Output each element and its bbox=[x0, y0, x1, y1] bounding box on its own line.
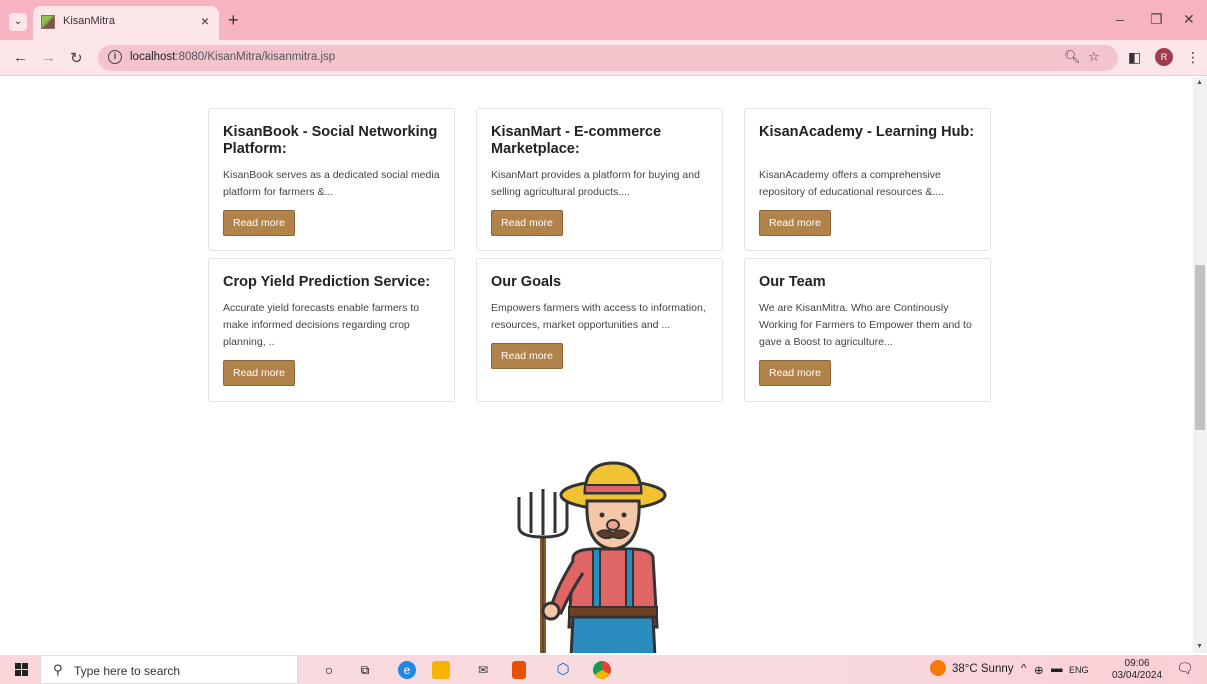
file-explorer-icon[interactable] bbox=[432, 661, 450, 679]
zoom-icon[interactable]: 🔍︎ bbox=[1064, 49, 1081, 65]
address-url: localhost:8080/KisanMitra/kisanmitra.jsp bbox=[130, 51, 336, 63]
reload-icon[interactable]: ↻ bbox=[70, 49, 83, 67]
card-crop-yield: Crop Yield Prediction Service: Accurate … bbox=[208, 258, 455, 402]
close-window-icon[interactable]: ✕ bbox=[1183, 11, 1195, 28]
minimize-icon[interactable]: – bbox=[1116, 11, 1124, 27]
restore-icon[interactable]: ❐ bbox=[1150, 11, 1163, 28]
scroll-thumb[interactable] bbox=[1195, 265, 1205, 430]
notification-icon[interactable]: 🗨︎ bbox=[1176, 660, 1194, 677]
clock-date: 03/04/2024 bbox=[1112, 670, 1163, 681]
scroll-down-icon[interactable]: ▼ bbox=[1196, 643, 1203, 650]
search-icon: ⚲ bbox=[53, 662, 63, 677]
pitchfork-icon bbox=[517, 489, 569, 653]
task-view-icon[interactable]: ⧉ bbox=[356, 661, 374, 679]
card-our-team: Our Team We are KisanMitra. Who are Cont… bbox=[744, 258, 991, 402]
card-text: KisanBook serves as a dedicated social m… bbox=[223, 169, 440, 198]
windows-start-icon[interactable] bbox=[15, 663, 28, 676]
taskbar-clock[interactable]: 09:06 03/04/2024 bbox=[1112, 658, 1162, 682]
weather-sun-icon bbox=[930, 660, 946, 676]
read-more-button[interactable]: Read more bbox=[223, 360, 295, 386]
read-more-button[interactable]: Read more bbox=[223, 210, 295, 236]
site-favicon-icon bbox=[41, 15, 55, 29]
tab-title: KisanMitra bbox=[63, 15, 115, 27]
farmer-illustration bbox=[517, 461, 667, 653]
clock-time: 09:06 bbox=[1124, 658, 1150, 669]
card-kisanmart: KisanMart - E-commerce Marketplace: Kisa… bbox=[476, 108, 723, 251]
address-bar[interactable]: i localhost:8080/KisanMitra/kisanmitra.j… bbox=[98, 45, 1118, 71]
taskbar-search-input[interactable]: ⚲ Type here to search bbox=[40, 655, 298, 684]
read-more-button[interactable]: Read more bbox=[491, 210, 563, 236]
card-kisanbook: KisanBook - Social Networking Platform: … bbox=[208, 108, 455, 251]
tray-chevron-up-icon[interactable]: ^ bbox=[1021, 663, 1026, 675]
read-more-button[interactable]: Read more bbox=[491, 343, 563, 369]
card-our-goals: Our Goals Empowers farmers with access t… bbox=[476, 258, 723, 402]
office-icon[interactable] bbox=[512, 661, 526, 679]
cortana-icon[interactable]: ○ bbox=[320, 661, 338, 679]
forward-icon[interactable]: → bbox=[41, 49, 56, 66]
page-scrollbar[interactable]: ▲ ▼ bbox=[1193, 77, 1207, 653]
card-text: Accurate yield forecasts enable farmers … bbox=[223, 302, 420, 348]
card-kisanacademy: KisanAcademy - Learning Hub: KisanAcadem… bbox=[744, 108, 991, 251]
read-more-button[interactable]: Read more bbox=[759, 210, 831, 236]
chrome-icon[interactable] bbox=[593, 661, 611, 679]
tab-search-icon[interactable]: ⌄ bbox=[9, 13, 27, 31]
menu-kebab-icon[interactable]: ⋮ bbox=[1186, 49, 1200, 66]
battery-icon[interactable]: ▬ bbox=[1051, 663, 1063, 675]
card-title: KisanMart - E-commerce Marketplace: bbox=[491, 124, 662, 157]
profile-avatar[interactable]: R bbox=[1155, 48, 1173, 66]
browser-tab[interactable]: KisanMitra × bbox=[33, 6, 219, 40]
new-tab-icon[interactable]: + bbox=[228, 10, 239, 31]
scroll-up-icon[interactable]: ▲ bbox=[1196, 79, 1203, 86]
card-title: Crop Yield Prediction Service: bbox=[223, 274, 431, 290]
card-text: Empowers farmers with access to informat… bbox=[491, 302, 706, 331]
mail-icon[interactable]: ✉ bbox=[474, 661, 492, 679]
page-viewport: KisanBook - Social Networking Platform: … bbox=[0, 77, 1193, 653]
weather-text[interactable]: 38°C Sunny bbox=[952, 663, 1014, 675]
bookmark-star-icon[interactable]: ☆ bbox=[1088, 49, 1100, 65]
site-info-icon[interactable]: i bbox=[108, 50, 122, 64]
back-icon[interactable]: ← bbox=[13, 49, 28, 66]
browser-toolbar: ← → ↻ i localhost:8080/KisanMitra/kisanm… bbox=[0, 40, 1207, 76]
search-placeholder: Type here to search bbox=[74, 664, 181, 678]
card-title: Our Team bbox=[759, 274, 826, 290]
card-title: KisanAcademy - Learning Hub: bbox=[759, 124, 975, 140]
card-text: KisanAcademy offers a comprehensive repo… bbox=[759, 169, 945, 198]
network-icon[interactable]: ⊕ bbox=[1034, 663, 1044, 677]
language-indicator[interactable]: ENG bbox=[1069, 665, 1089, 675]
edge-browser-icon[interactable]: e bbox=[398, 661, 416, 679]
card-text: KisanMart provides a platform for buying… bbox=[491, 169, 700, 198]
side-panel-icon[interactable]: ◧ bbox=[1128, 49, 1141, 66]
browser-tab-strip: ⌄ KisanMitra × + – ❐ ✕ bbox=[0, 0, 1207, 40]
card-title: KisanBook - Social Networking Platform: bbox=[223, 124, 438, 157]
card-title: Our Goals bbox=[491, 274, 562, 290]
app-hexagon-icon[interactable]: ⬡ bbox=[554, 661, 572, 679]
read-more-button[interactable]: Read more bbox=[759, 360, 831, 386]
card-text: We are KisanMitra. Who are Continously W… bbox=[759, 302, 972, 348]
close-tab-icon[interactable]: × bbox=[201, 13, 209, 29]
windows-taskbar: ⚲ Type here to search ○ ⧉ e ✉ ⬡ 38°C Sun… bbox=[0, 655, 1207, 684]
